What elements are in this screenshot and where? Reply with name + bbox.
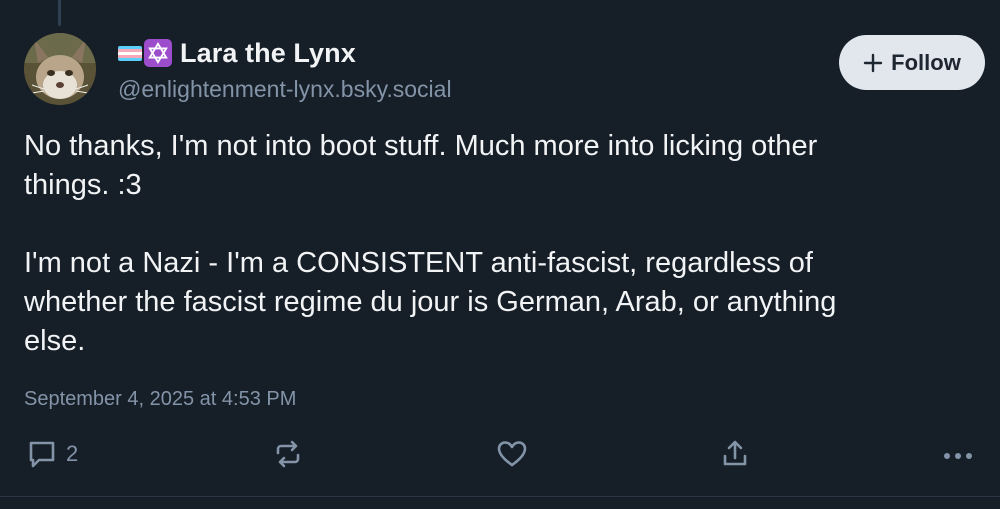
post-divider (0, 496, 1000, 497)
author-name-row[interactable]: Lara the Lynx (118, 36, 356, 70)
repost-icon (276, 440, 300, 468)
share-button[interactable] (719, 434, 751, 474)
reply-button[interactable]: 2 (26, 434, 78, 474)
post-timestamp[interactable]: September 4, 2025 at 4:53 PM (24, 388, 296, 411)
author-handle[interactable]: @enlightenment-lynx.bsky.social (118, 76, 452, 103)
post-action-bar: 2 (0, 434, 1000, 474)
author-display-name[interactable]: Lara the Lynx (180, 38, 356, 69)
plus-icon (863, 53, 883, 72)
like-button[interactable] (496, 434, 528, 474)
reply-count: 2 (66, 441, 79, 466)
follow-button[interactable]: Follow (839, 35, 985, 90)
follow-label: Follow (891, 49, 961, 75)
lynx-avatar-image (24, 33, 96, 105)
more-options-button[interactable] (940, 434, 976, 474)
thread-connector-line (58, 0, 61, 26)
avatar[interactable] (24, 33, 96, 105)
post-text: No thanks, I'm not into boot stuff. Much… (24, 130, 837, 357)
repost-button[interactable] (272, 434, 304, 474)
reply-icon (29, 441, 55, 468)
star-of-david-icon (144, 39, 172, 67)
transgender-flag-icon (118, 45, 142, 61)
more-icon (944, 453, 972, 459)
share-icon (723, 440, 747, 466)
heart-icon (497, 441, 527, 467)
